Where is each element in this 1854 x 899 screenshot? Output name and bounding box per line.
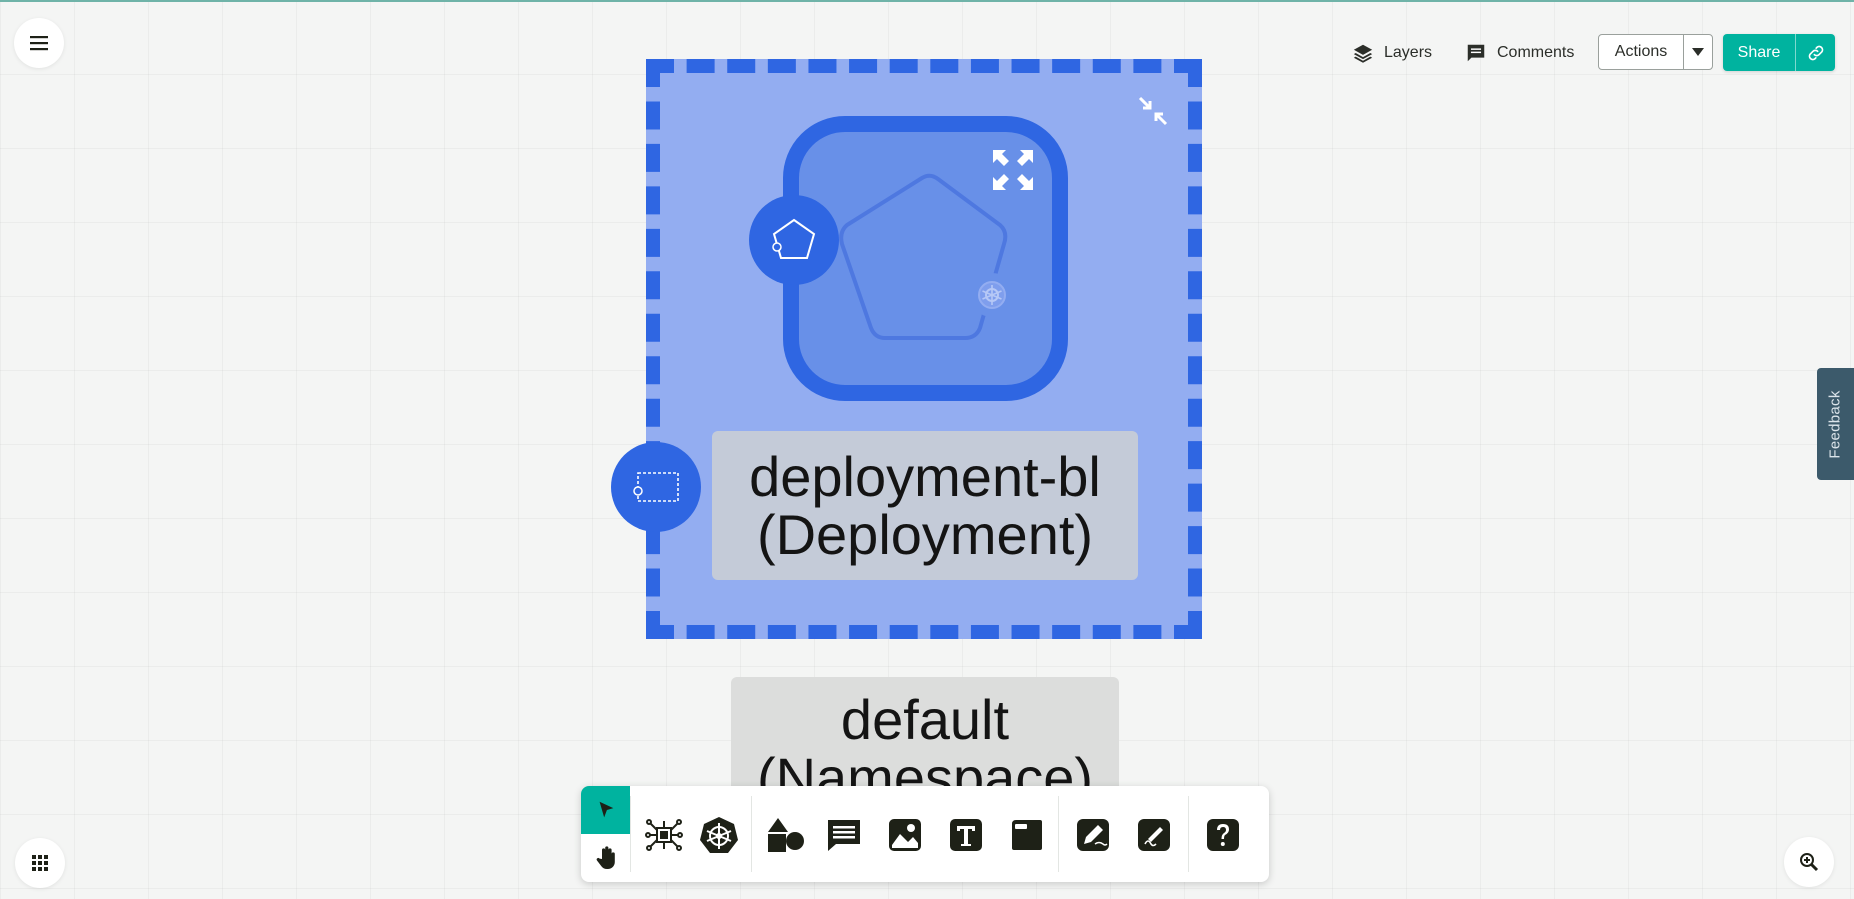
pen-icon	[1077, 819, 1109, 851]
actions-menu[interactable]: Actions	[1598, 34, 1713, 70]
image-tool[interactable]	[880, 810, 930, 860]
kubernetes-tool[interactable]	[694, 810, 744, 860]
toolbar-divider	[751, 796, 752, 872]
menu-button[interactable]	[14, 18, 64, 68]
link-icon	[1808, 45, 1823, 60]
layers-icon	[1353, 44, 1373, 63]
group-box-icon	[633, 472, 679, 502]
text-icon	[950, 819, 982, 851]
toolbar-divider	[1058, 796, 1059, 872]
apps-button[interactable]	[15, 838, 65, 888]
comment-tool[interactable]	[819, 810, 869, 860]
help-icon	[1207, 819, 1239, 851]
grid-icon	[32, 855, 48, 871]
kubernetes-badge	[970, 273, 1014, 317]
freehand-icon	[1138, 819, 1170, 851]
shapes-icon	[768, 818, 804, 852]
freehand-tool[interactable]	[1129, 810, 1179, 860]
toolbar-divider	[630, 796, 631, 872]
share-control: Share	[1723, 34, 1835, 71]
pen-tool[interactable]	[1068, 810, 1118, 860]
hamburger-icon	[30, 36, 48, 51]
namespace-name: default	[840, 688, 1010, 751]
comment-icon	[828, 820, 860, 851]
comment-icon	[1467, 44, 1485, 62]
deployment-kind: (Deployment)	[756, 502, 1094, 566]
section-icon	[1012, 820, 1042, 850]
feedback-label: Feedback	[1827, 389, 1844, 459]
pod-shape-outline	[839, 173, 1008, 340]
pentagon-icon	[772, 218, 816, 259]
hand-icon	[596, 846, 615, 869]
deployment-name: deployment-bl	[749, 444, 1101, 508]
top-accent-line	[0, 0, 1854, 2]
pointer-icon	[599, 801, 613, 818]
toolbar-divider	[1188, 796, 1189, 872]
pan-tool[interactable]	[581, 834, 630, 882]
layers-button[interactable]: Layers	[1352, 36, 1432, 70]
share-button[interactable]: Share	[1723, 34, 1796, 71]
design-toolbar	[581, 786, 1269, 882]
expand-icon[interactable]	[991, 148, 1035, 192]
section-tool[interactable]	[1002, 810, 1052, 860]
caret-down-icon	[1692, 48, 1704, 56]
kubernetes-icon	[700, 817, 738, 853]
text-tool[interactable]	[941, 810, 991, 860]
kubernetes-icon	[978, 281, 1006, 309]
namespace-label[interactable]: default (Namespace)	[731, 677, 1119, 797]
help-tool[interactable]	[1198, 810, 1248, 860]
feedback-tab[interactable]: Feedback	[1817, 368, 1854, 480]
image-icon	[889, 819, 921, 851]
shapes-tool[interactable]	[761, 810, 811, 860]
zoom-icon	[1800, 853, 1819, 872]
comments-label: Comments	[1497, 44, 1575, 61]
copy-link-button[interactable]	[1796, 34, 1835, 71]
pod-type-badge[interactable]	[749, 195, 839, 285]
deployment-label[interactable]: deployment-bl (Deployment)	[712, 431, 1138, 580]
deployment-type-badge[interactable]	[611, 442, 701, 532]
actions-label[interactable]: Actions	[1599, 35, 1684, 69]
actions-dropdown-toggle[interactable]	[1684, 35, 1712, 69]
collapse-icon[interactable]	[1136, 94, 1170, 128]
comments-button[interactable]: Comments	[1465, 36, 1574, 70]
component-icon	[645, 819, 683, 851]
components-tool[interactable]	[639, 810, 689, 860]
layers-label: Layers	[1384, 44, 1433, 61]
zoom-button[interactable]	[1784, 837, 1834, 887]
select-tool[interactable]	[581, 786, 630, 834]
